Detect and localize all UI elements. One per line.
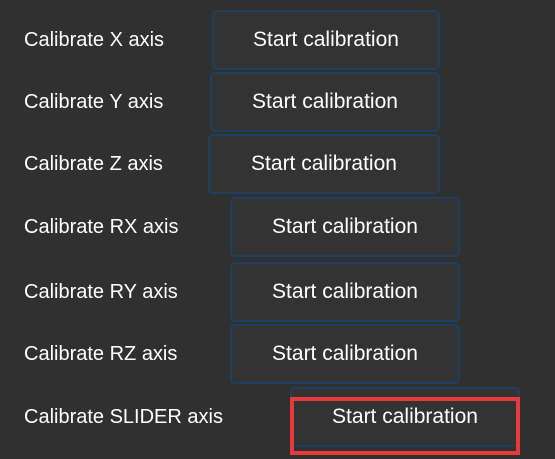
calibrate-y-label: Calibrate Y axis — [24, 91, 164, 113]
calibrate-rz-label: Calibrate RZ axis — [24, 343, 178, 365]
calibrate-x-label: Calibrate X axis — [24, 29, 165, 51]
start-calibration-x-button[interactable]: Start calibration — [212, 10, 440, 70]
start-calibration-y-button[interactable]: Start calibration — [210, 72, 440, 132]
calibrate-ry-label: Calibrate RY axis — [24, 281, 178, 303]
start-calibration-slider-button[interactable]: Start calibration — [290, 387, 520, 447]
start-calibration-rx-button[interactable]: Start calibration — [230, 197, 460, 257]
calibrate-z-label: Calibrate Z axis — [24, 153, 163, 175]
calibrate-slider-label: Calibrate SLIDER axis — [24, 406, 223, 428]
start-calibration-ry-button[interactable]: Start calibration — [230, 262, 460, 322]
start-calibration-rz-button[interactable]: Start calibration — [230, 324, 460, 384]
start-calibration-z-button[interactable]: Start calibration — [208, 134, 440, 194]
calibrate-rx-label: Calibrate RX axis — [24, 216, 179, 238]
